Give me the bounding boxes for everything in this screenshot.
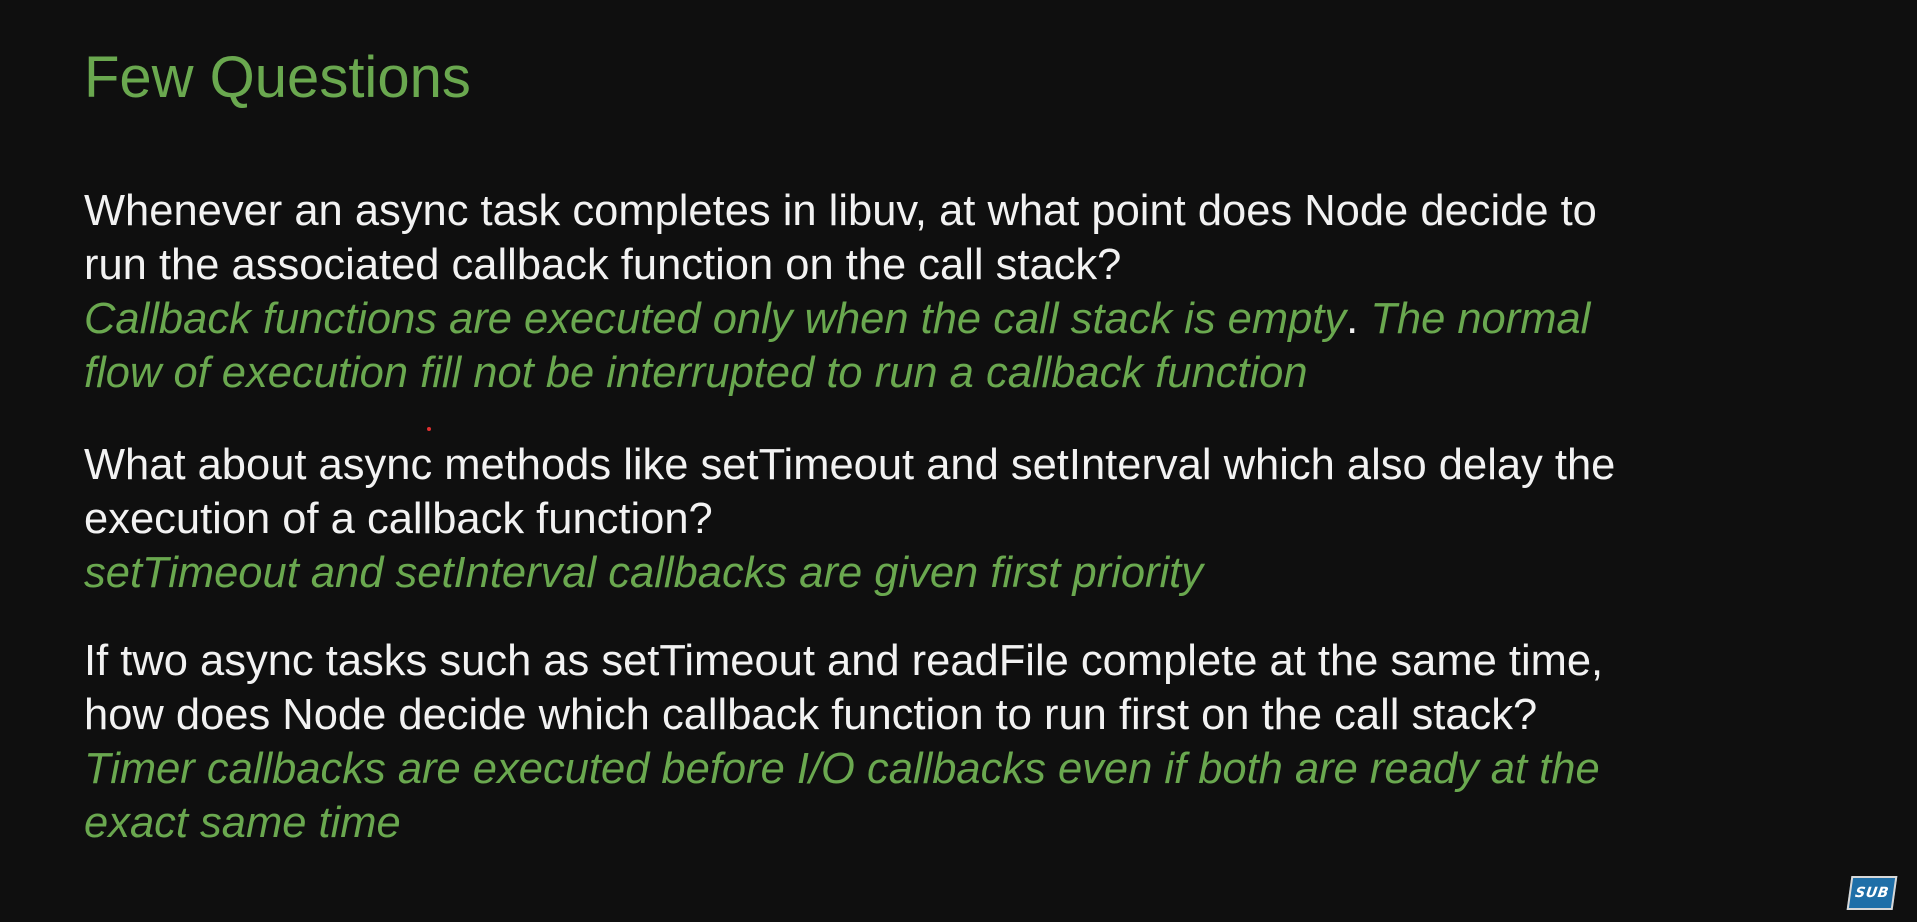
answer-1-line-2: flow of execution fill not be interrupte…	[84, 349, 1308, 397]
question-1-line-2: run the associated callback function on …	[84, 241, 1122, 289]
qa-block-3: If two async tasks such as setTimeout an…	[84, 634, 1884, 850]
question-2: What about async methods like setTimeout…	[84, 438, 1884, 546]
answer-1: Callback functions are executed only whe…	[84, 292, 1884, 400]
question-2-line-2: execution of a callback function?	[84, 495, 713, 543]
question-1-line-1: Whenever an async task completes in libu…	[84, 187, 1597, 235]
question-3: If two async tasks such as setTimeout an…	[84, 634, 1884, 742]
answer-1-period: .	[1346, 295, 1359, 343]
question-2-line-1: What about async methods like setTimeout…	[84, 441, 1616, 489]
answer-1-line-1: Callback functions are executed only whe…	[84, 292, 1884, 346]
subscribe-badge-label: SUB	[1854, 885, 1890, 901]
answer-1-line-1-part-a: Callback functions are executed only whe…	[84, 295, 1347, 343]
slide: Few Questions Whenever an async task com…	[0, 0, 1917, 922]
laser-pointer-dot	[427, 427, 431, 431]
answer-2-line-1: setTimeout and setInterval callbacks are…	[84, 549, 1203, 597]
subscribe-badge-icon[interactable]: SUB	[1846, 876, 1898, 910]
question-3-line-2: how does Node decide which callback func…	[84, 691, 1538, 739]
question-3-line-1: If two async tasks such as setTimeout an…	[84, 637, 1604, 685]
answer-3: Timer callbacks are executed before I/O …	[84, 742, 1884, 850]
question-1: Whenever an async task completes in libu…	[84, 184, 1884, 292]
answer-1-line-1-part-b: The normal	[1358, 295, 1591, 343]
slide-title: Few Questions	[84, 45, 471, 110]
qa-block-1: Whenever an async task completes in libu…	[84, 184, 1884, 400]
qa-block-2: What about async methods like setTimeout…	[84, 438, 1884, 600]
answer-3-line-1: Timer callbacks are executed before I/O …	[84, 745, 1600, 793]
answer-2: setTimeout and setInterval callbacks are…	[84, 546, 1884, 600]
answer-3-line-2: exact same time	[84, 799, 401, 847]
